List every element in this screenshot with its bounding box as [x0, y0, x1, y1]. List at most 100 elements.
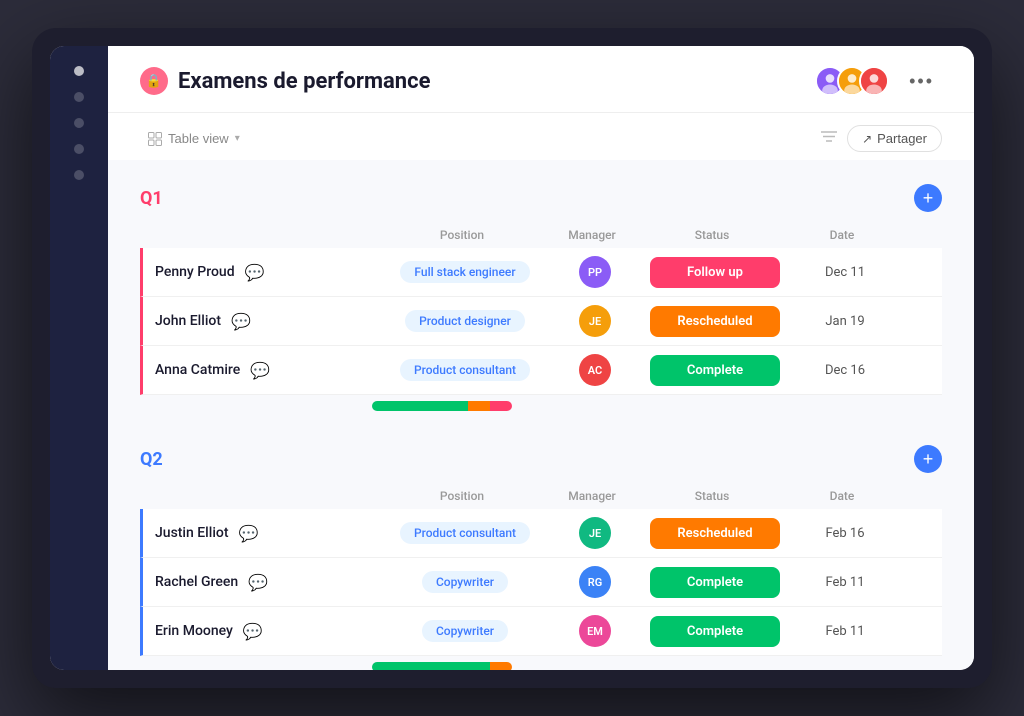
person-name: Anna Catmire — [155, 362, 240, 378]
manager-cell: AC — [555, 354, 635, 386]
q2-progress-bar — [372, 662, 512, 670]
header-right: ••• — [815, 66, 942, 96]
position-cell: Copywriter — [375, 571, 555, 593]
table-row: Rachel Green 💬 Copywriter RG Complete Fe — [140, 558, 942, 607]
sidebar — [50, 46, 108, 670]
status-badge: Follow up — [650, 257, 780, 288]
status-cell: Rescheduled — [635, 518, 795, 549]
q2-col-date: Date — [792, 489, 892, 503]
q2-col-name — [152, 489, 372, 503]
more-button[interactable]: ••• — [901, 67, 942, 96]
avatar-3 — [859, 66, 889, 96]
table-row: Penny Proud 💬 Full stack engineer PP Fol… — [140, 248, 942, 297]
app-container: 🔒 Examens de performance — [50, 46, 974, 670]
q1-col-date: Date — [792, 228, 892, 242]
status-badge: Complete — [650, 355, 780, 386]
q1-col-manager: Manager — [552, 228, 632, 242]
status-cell: Rescheduled — [635, 306, 795, 337]
sidebar-dot-5 — [74, 170, 84, 180]
share-label: Partager — [877, 131, 927, 146]
sidebar-dot-4 — [74, 144, 84, 154]
status-badge: Rescheduled — [650, 306, 780, 337]
q2-section-header: Q2 + — [140, 445, 942, 473]
progress-segment-pink — [490, 401, 512, 411]
q1-add-button[interactable]: + — [914, 184, 942, 212]
person-name: Penny Proud — [155, 264, 235, 280]
chat-icon[interactable]: 💬 — [243, 622, 263, 641]
q2-add-button[interactable]: + — [914, 445, 942, 473]
manager-avatar: JE — [579, 305, 611, 337]
person-name: Erin Mooney — [155, 623, 233, 639]
manager-cell: RG — [555, 566, 635, 598]
manager-cell: PP — [555, 256, 635, 288]
toolbar: Table view ▾ ↗ Partager — [108, 113, 974, 160]
q1-section-header: Q1 + — [140, 184, 942, 212]
progress-segment-orange — [490, 662, 512, 670]
date-cell: Feb 16 — [795, 526, 895, 541]
date-cell: Jan 19 — [795, 314, 895, 329]
person-name: Justin Elliot — [155, 525, 229, 541]
date-cell: Feb 11 — [795, 624, 895, 639]
person-name: Rachel Green — [155, 574, 238, 590]
page-header: 🔒 Examens de performance — [108, 46, 974, 113]
position-cell: Full stack engineer — [375, 261, 555, 283]
q1-col-name — [152, 228, 372, 242]
chevron-down-icon: ▾ — [235, 133, 240, 144]
manager-avatar: EM — [579, 615, 611, 647]
table-row: John Elliot 💬 Product designer JE Resche… — [140, 297, 942, 346]
table-view-button[interactable]: Table view ▾ — [140, 127, 248, 150]
q1-label: Q1 — [140, 188, 163, 209]
progress-segment-orange — [468, 401, 490, 411]
sidebar-dot-3 — [74, 118, 84, 128]
chat-icon[interactable]: 💬 — [245, 263, 265, 282]
chat-icon[interactable]: 💬 — [248, 573, 268, 592]
manager-avatar: RG — [579, 566, 611, 598]
position-badge: Copywriter — [422, 571, 508, 593]
q2-label: Q2 — [140, 449, 163, 470]
position-cell: Product designer — [375, 310, 555, 332]
name-cell: Erin Mooney 💬 — [155, 622, 375, 641]
main-content: 🔒 Examens de performance — [108, 46, 974, 670]
toolbar-right: ↗ Partager — [821, 125, 942, 152]
status-cell: Complete — [635, 616, 795, 647]
chat-icon[interactable]: 💬 — [250, 361, 270, 380]
status-cell: Complete — [635, 567, 795, 598]
position-cell: Product consultant — [375, 359, 555, 381]
position-badge: Copywriter — [422, 620, 508, 642]
q2-section: Q2 + Position Manager Status Date Justin… — [140, 445, 942, 670]
progress-segment-green — [372, 662, 490, 670]
page-title-wrap: 🔒 Examens de performance — [140, 67, 430, 95]
chat-icon[interactable]: 💬 — [239, 524, 259, 543]
q2-col-position: Position — [372, 489, 552, 503]
status-cell: Follow up — [635, 257, 795, 288]
chat-icon[interactable]: 💬 — [231, 312, 251, 331]
name-cell: Anna Catmire 💬 — [155, 361, 375, 380]
filter-icon[interactable] — [821, 131, 837, 147]
table-row: Erin Mooney 💬 Copywriter EM Complete Feb — [140, 607, 942, 656]
manager-avatar: PP — [579, 256, 611, 288]
content-area: Q1 + Position Manager Status Date Penny … — [140, 160, 942, 670]
manager-avatar: JE — [579, 517, 611, 549]
manager-cell: JE — [555, 305, 635, 337]
device-frame: 🔒 Examens de performance — [32, 28, 992, 688]
manager-cell: JE — [555, 517, 635, 549]
position-cell: Copywriter — [375, 620, 555, 642]
name-cell: John Elliot 💬 — [155, 312, 375, 331]
date-cell: Feb 11 — [795, 575, 895, 590]
q1-progress-bar — [372, 401, 512, 411]
q1-section: Q1 + Position Manager Status Date Penny … — [140, 184, 942, 421]
q1-col-position: Position — [372, 228, 552, 242]
share-button[interactable]: ↗ Partager — [847, 125, 942, 152]
q1-table-header: Position Manager Status Date — [140, 222, 942, 248]
date-cell: Dec 11 — [795, 265, 895, 280]
q1-progress-row — [140, 395, 942, 421]
table-view-label: Table view — [168, 131, 229, 146]
page-title: Examens de performance — [178, 69, 430, 94]
person-name: John Elliot — [155, 313, 221, 329]
position-badge: Product designer — [405, 310, 525, 332]
position-cell: Product consultant — [375, 522, 555, 544]
progress-segment-green — [372, 401, 468, 411]
sidebar-dot-1 — [74, 66, 84, 76]
table-row: Anna Catmire 💬 Product consultant AC Com… — [140, 346, 942, 395]
position-badge: Product consultant — [400, 359, 530, 381]
